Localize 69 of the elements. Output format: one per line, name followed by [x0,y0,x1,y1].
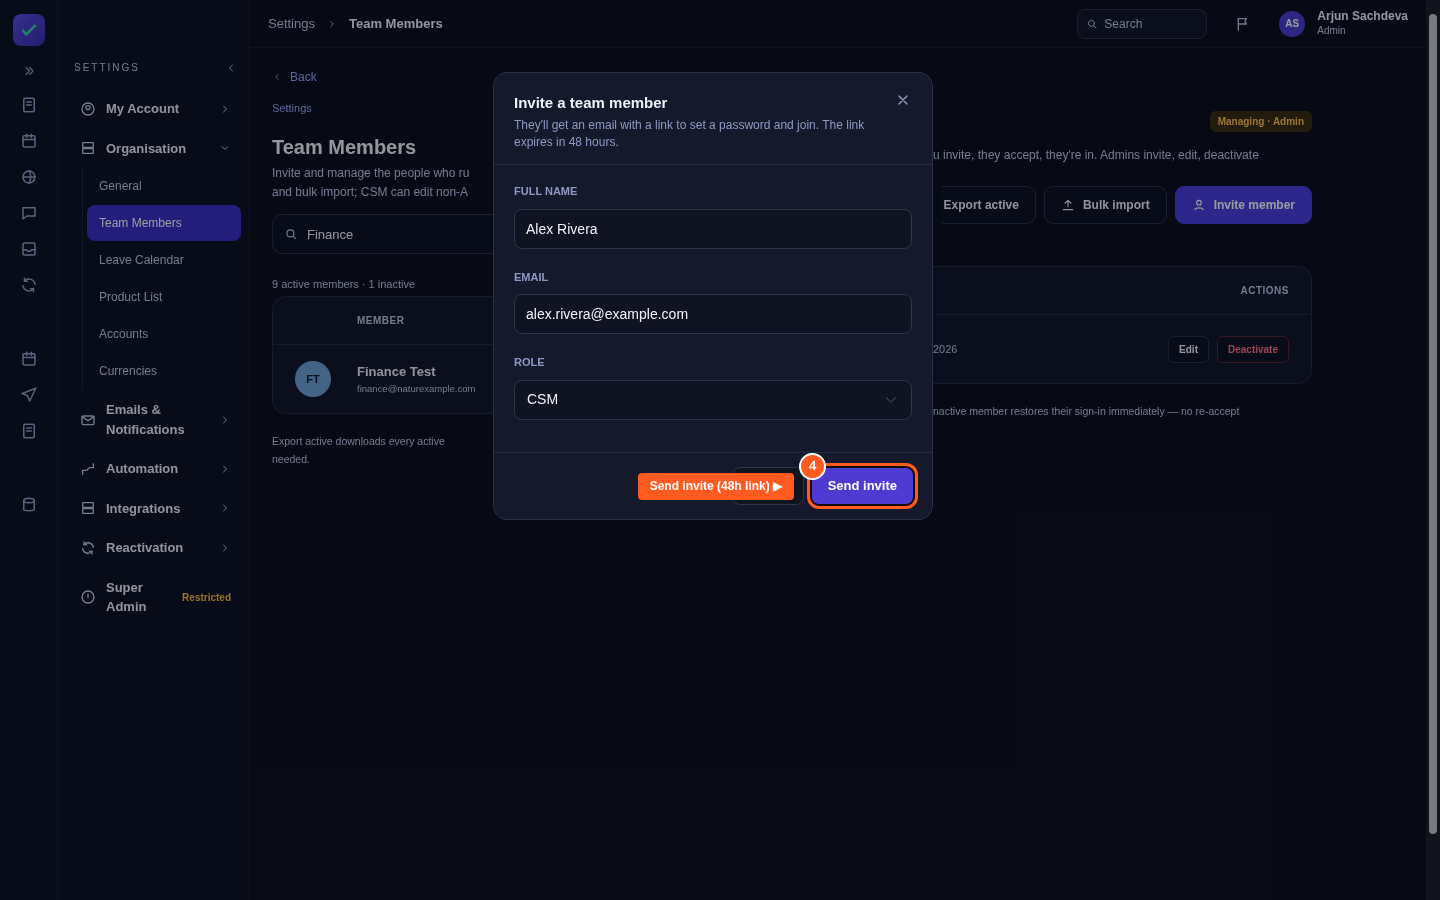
member-avatar: FT [295,361,331,397]
chevron-left-icon [272,72,282,82]
user-icon [80,100,96,117]
sidebar-item[interactable]: Emails & Notifications [74,390,237,449]
sidebar-item[interactable]: Integrations [74,488,237,528]
modal-subtitle: They'll get an email with a link to set a password and join. The link expires in 48 hours. [514,117,866,151]
field-label: EMAIL [514,269,550,285]
role-badge: Managing · Admin [1209,111,1312,132]
user-role: Admin [1317,24,1347,39]
grid-icon [80,500,96,517]
footnote-text: Export active downloads every active needed. [272,434,446,467]
submenu-item[interactable]: Leave Calendar [87,242,241,278]
chevron-right-icon [327,18,337,29]
logo-icon[interactable] [12,14,45,46]
back-link[interactable]: Back [272,68,317,86]
breadcrumb-item[interactable]: Team Members [349,13,443,34]
search-field[interactable]: Search [1077,8,1208,39]
member-email: finance@naturexample.com [357,381,476,396]
user-avatar[interactable]: AS [1279,10,1306,37]
footnote-text: nactive member restores their sign-in immediately — no re-accept [933,404,1241,419]
restricted-label: Restricted [182,590,231,605]
sidebar-item[interactable]: Super Admin Restricted [74,567,237,627]
submenu-item[interactable]: General [87,168,241,204]
user-name: Arjun Sachdeva [1317,8,1408,24]
column-header: ACTIONS [1240,284,1289,298]
refresh-icon [80,539,96,556]
submenu-item[interactable]: Team Members [87,205,241,241]
calendar-icon[interactable] [19,132,38,150]
upload-icon [1060,198,1075,212]
flow-icon [80,460,96,477]
import-button[interactable]: Bulk import [1043,186,1167,224]
edit-button[interactable]: Edit [1168,335,1209,363]
refresh-icon[interactable] [19,276,38,294]
invite-button[interactable]: Invite member [1174,186,1312,224]
submenu-item[interactable]: Currencies [87,353,241,389]
chat-icon[interactable] [19,204,38,222]
date-text: 2026 [933,341,958,357]
sidebar-item[interactable]: Automation [74,449,237,489]
sidebar-item[interactable]: Organisation [74,128,237,168]
page-title: Team Members [272,135,418,160]
input-field[interactable]: Alex Rivera [514,208,912,249]
export-button[interactable]: Export active [941,186,1036,224]
inbox-icon[interactable] [19,240,38,258]
sidebar-item[interactable]: Reactivation [74,528,237,568]
role-select[interactable]: CSM [514,379,912,420]
section-heading: SETTINGS [74,61,140,75]
column-header: MEMBER [357,314,405,328]
person-icon [1191,198,1206,212]
grid-icon [80,140,96,157]
search-field[interactable]: Finance [272,214,493,254]
globe-icon[interactable] [19,168,38,186]
submenu-item[interactable]: Product List [87,279,241,315]
member-name: Finance Test [357,363,437,382]
description-line: Invite and manage the people who ru [272,165,471,182]
input-field[interactable]: alex.rivera@example.com [514,294,912,334]
scrollbar[interactable] [1426,0,1440,900]
settings-link[interactable]: Settings [272,102,312,114]
breadcrumb-item[interactable]: Settings [268,13,315,34]
send-icon[interactable] [19,386,38,404]
field-label: ROLE [514,355,546,370]
submenu-item[interactable]: Accounts [87,316,241,352]
sidebar-item[interactable]: My Account [74,89,237,129]
member-count: 9 active members · 1 inactive [272,277,417,292]
calendar-icon[interactable] [19,350,38,368]
description-line: and bulk import; CSM can edit non-A [272,184,470,201]
description-line: u invite, they accept, they're in. Admins invite, edit, deactivate [933,147,1260,164]
tour-tooltip: Send invite (48h link) ▶ [637,472,794,500]
modal-title: Invite a team member [514,94,668,112]
field-label: FULL NAME [514,184,579,199]
